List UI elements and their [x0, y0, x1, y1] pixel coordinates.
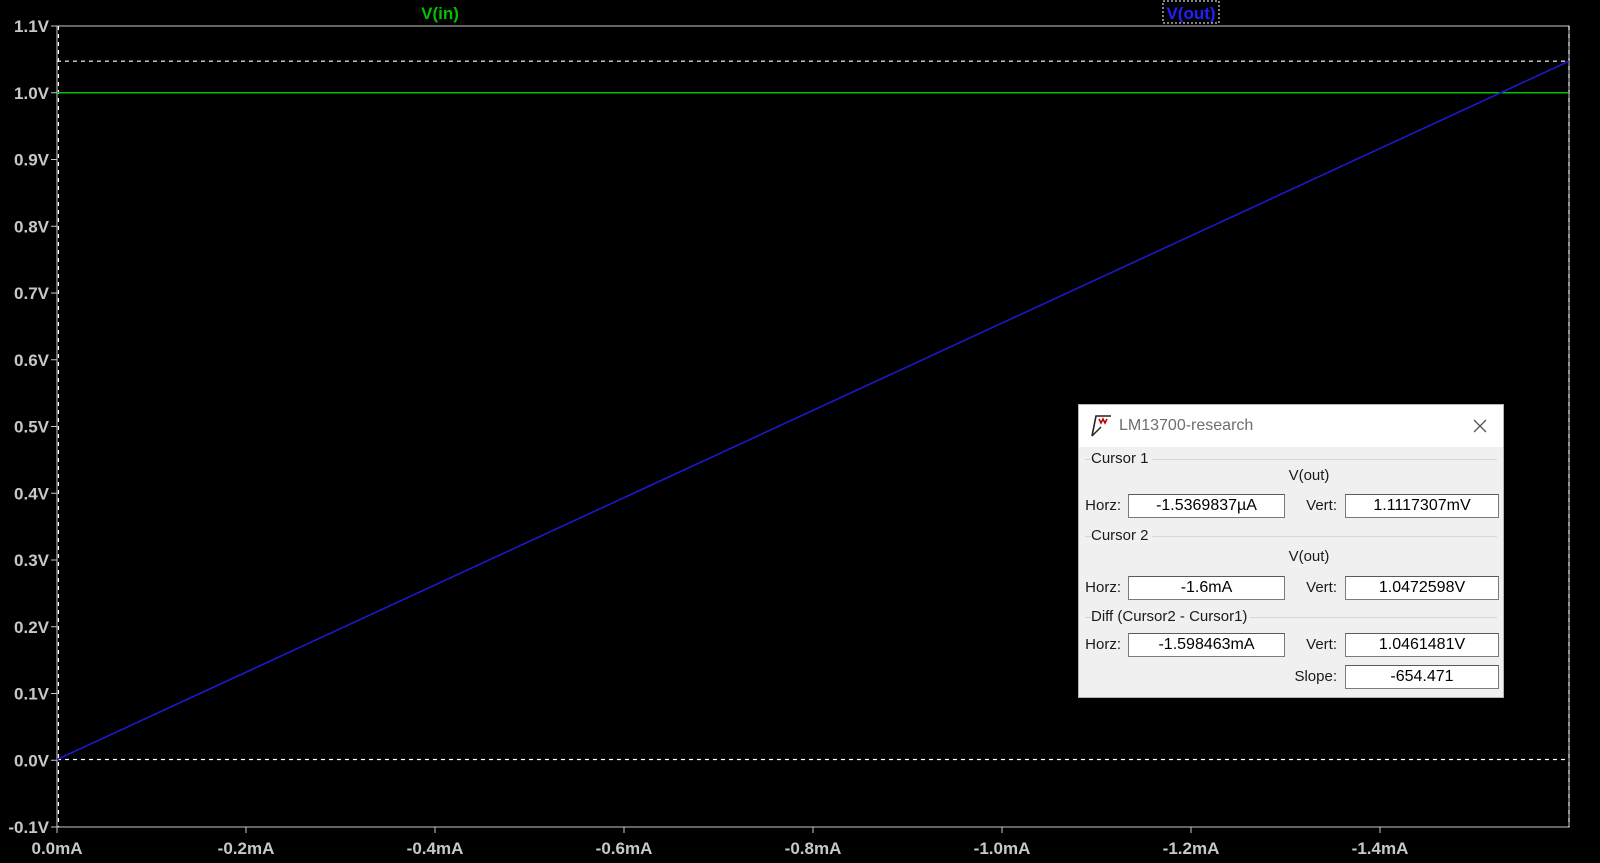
- close-button[interactable]: [1457, 405, 1503, 447]
- y-tick-label: -0.1V: [8, 818, 49, 837]
- y-tick-label: 1.1V: [14, 17, 50, 36]
- cursor1-horz-field[interactable]: -1.5369837µA: [1128, 494, 1285, 518]
- cursor1-group-title: Cursor 1: [1091, 450, 1152, 467]
- diff-horz-field[interactable]: -1.598463mA: [1128, 633, 1285, 657]
- diff-horz-label: Horz:: [1085, 636, 1121, 653]
- y-tick-label: 1.0V: [14, 84, 50, 103]
- y-tick-label: 0.2V: [14, 618, 50, 637]
- diff-vert-field[interactable]: 1.0461481V: [1345, 633, 1499, 657]
- y-tick-label: 0.5V: [14, 418, 50, 437]
- dialog-title: LM13700-research: [1119, 417, 1254, 434]
- x-tick-label: -0.4mA: [407, 839, 464, 858]
- x-tick-label: -1.4mA: [1352, 839, 1409, 858]
- x-tick-label: -0.8mA: [785, 839, 842, 858]
- cursor2-trace-name: V(out): [1288, 548, 1330, 565]
- cursor2-horz-label: Horz:: [1085, 579, 1121, 596]
- close-icon: [1473, 419, 1487, 433]
- y-tick-label: 0.9V: [14, 151, 50, 170]
- diff-slope-label: Slope:: [1294, 668, 1337, 685]
- cursor1-trace-name: V(out): [1288, 467, 1330, 484]
- y-tick-label: 0.4V: [14, 484, 50, 503]
- x-tick-label: 0.0mA: [31, 839, 82, 858]
- cursor1-vert-field[interactable]: 1.1117307mV: [1345, 494, 1499, 518]
- diff-slope-field[interactable]: -654.471: [1345, 665, 1499, 689]
- diff-group-title: Diff (Cursor2 - Cursor1): [1091, 608, 1251, 625]
- diff-vert-label: Vert:: [1306, 636, 1337, 653]
- y-tick-label: 0.8V: [14, 217, 50, 236]
- x-tick-label: -0.6mA: [596, 839, 653, 858]
- ltspice-app-icon: [1091, 415, 1111, 437]
- x-tick-label: -1.2mA: [1163, 839, 1220, 858]
- x-tick-label: -0.2mA: [218, 839, 275, 858]
- cursor1-vert-label: Vert:: [1306, 497, 1337, 514]
- y-tick-label: 0.6V: [14, 351, 50, 370]
- cursor1-horz-label: Horz:: [1085, 497, 1121, 514]
- y-tick-label: 0.0V: [14, 751, 50, 770]
- cursor2-group-title: Cursor 2: [1091, 527, 1152, 544]
- x-tick-label: -1.0mA: [974, 839, 1031, 858]
- cursor-readout-dialog[interactable]: LM13700-research Cursor 1 V(out) Horz: -…: [1078, 404, 1504, 698]
- y-tick-label: 0.3V: [14, 551, 50, 570]
- cursor2-vert-label: Vert:: [1306, 579, 1337, 596]
- trace-label-vin[interactable]: V(in): [421, 4, 459, 23]
- cursor2-vert-field[interactable]: 1.0472598V: [1345, 576, 1499, 600]
- trace-label-vout[interactable]: V(out): [1166, 4, 1215, 23]
- y-tick-label: 0.7V: [14, 284, 50, 303]
- dialog-titlebar[interactable]: LM13700-research: [1079, 405, 1503, 447]
- cursor2-horz-field[interactable]: -1.6mA: [1128, 576, 1285, 600]
- y-tick-label: 0.1V: [14, 685, 50, 704]
